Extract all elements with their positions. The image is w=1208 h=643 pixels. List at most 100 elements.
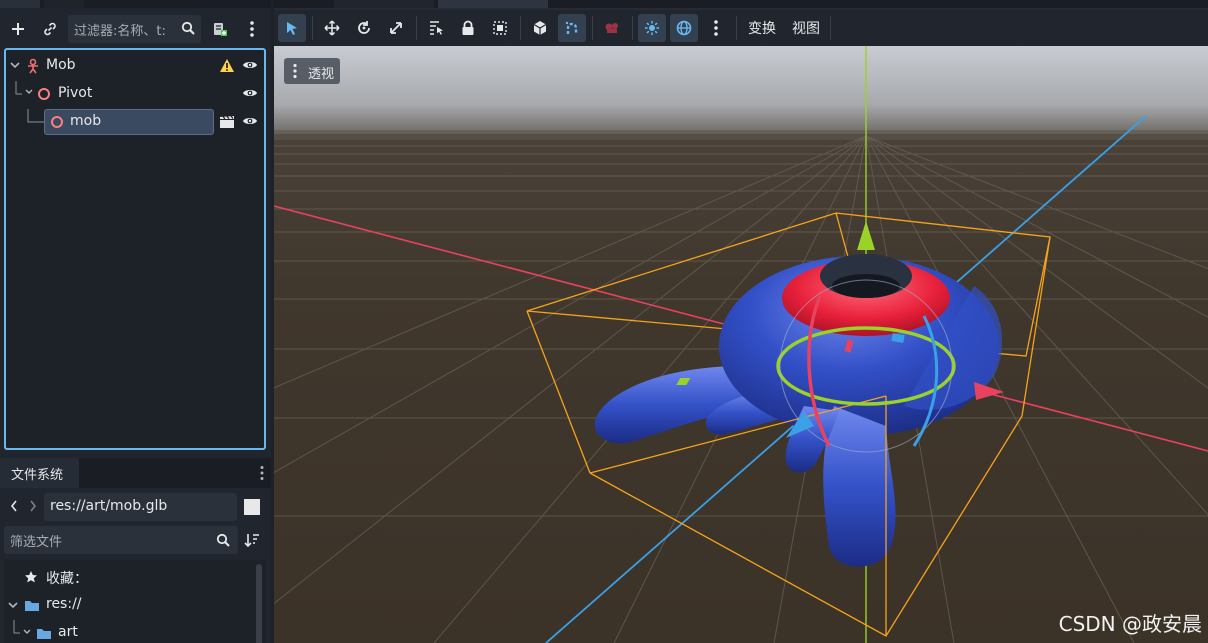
- sort-icon[interactable]: [244, 532, 260, 548]
- list-select-icon: [430, 21, 443, 35]
- toolbar-separator: [830, 16, 831, 40]
- tree-item-mob-model[interactable]: mob: [6, 109, 264, 135]
- group-button[interactable]: [486, 14, 514, 42]
- toolbar-separator: [592, 16, 593, 40]
- mob-leg-front: [823, 406, 896, 567]
- chevron-down-icon[interactable]: [8, 602, 18, 610]
- globe-icon: [676, 20, 692, 36]
- scale-mode-button[interactable]: [382, 14, 410, 42]
- filter-files-placeholder: 筛选文件: [10, 535, 63, 550]
- filter-files-input[interactable]: 筛选文件: [4, 526, 238, 554]
- viewport-options-button[interactable]: [702, 14, 730, 42]
- lock-button[interactable]: [454, 14, 482, 42]
- search-icon: [181, 21, 195, 35]
- select-arrow-icon: [287, 22, 297, 35]
- menu-view[interactable]: 视图: [792, 18, 820, 38]
- dock-tab-scene[interactable]: [0, 0, 40, 8]
- visibility-eye-icon[interactable]: [242, 87, 258, 99]
- kebab-menu-icon: [293, 63, 297, 79]
- left-dock: 过滤器:名称、t: Mob Pivot mob 文件系统 res://art/m…: [0, 0, 271, 643]
- path-value: res://art/mob.glb: [50, 498, 168, 514]
- forward-chevron-icon[interactable]: [29, 500, 37, 512]
- toolbar-separator: [416, 16, 417, 40]
- scene-tabs-strip: [274, 0, 1208, 8]
- kebab-menu-icon[interactable]: [259, 465, 265, 481]
- kebab-menu-icon: [250, 21, 254, 37]
- attach-script-button[interactable]: [207, 16, 233, 42]
- star-icon: [25, 571, 37, 583]
- scrollbar[interactable]: [256, 564, 262, 643]
- viewport-area: 变换 视图 透视 CSDN @政安晨: [274, 0, 1208, 643]
- cube-icon: [533, 21, 547, 35]
- toolbar-separator: [736, 16, 737, 40]
- add-node-button[interactable]: [5, 16, 31, 42]
- scene-tab-active[interactable]: [438, 0, 548, 8]
- script-add-icon: [214, 23, 227, 36]
- folder-icon: [37, 629, 51, 639]
- warning-icon[interactable]: [219, 58, 235, 73]
- chevron-down-icon[interactable]: [10, 62, 20, 70]
- move-mode-button[interactable]: [318, 14, 346, 42]
- preview-camera-button[interactable]: [598, 14, 626, 42]
- path-field[interactable]: res://art/mob.glb: [44, 493, 237, 521]
- instance-scene-button[interactable]: [37, 16, 63, 42]
- scene-render: [274, 46, 1208, 643]
- tree-item-mob-root[interactable]: Mob: [6, 53, 264, 79]
- dock-tab-strip: [0, 0, 271, 8]
- environment-preview-button[interactable]: [670, 14, 698, 42]
- perspective-menu-button[interactable]: 透视: [284, 58, 340, 84]
- viewport-toolbar: 变换 视图: [274, 10, 1208, 46]
- scene-tab[interactable]: [334, 0, 434, 8]
- sun-icon: [645, 21, 659, 35]
- node-name: Pivot: [58, 85, 93, 101]
- local-space-button[interactable]: [526, 14, 554, 42]
- list-item-favorites[interactable]: 收藏：: [4, 564, 254, 590]
- filesystem-dock-header: 文件系统: [0, 458, 271, 488]
- folder-icon: [25, 601, 39, 611]
- tab-label: 文件系统: [11, 468, 64, 483]
- back-chevron-icon[interactable]: [10, 500, 18, 512]
- node-name: mob: [70, 113, 102, 129]
- visibility-eye-icon[interactable]: [242, 59, 258, 71]
- menu-transform[interactable]: 变换: [748, 18, 776, 38]
- lock-icon: [462, 20, 474, 35]
- filesystem-tree[interactable]: 收藏： res:// art: [4, 560, 266, 643]
- toolbar-separator: [520, 16, 521, 40]
- list-item-res-root[interactable]: res://: [4, 592, 254, 618]
- visibility-eye-icon[interactable]: [242, 115, 258, 127]
- watermark: CSDN @政安晨: [1058, 612, 1202, 636]
- move-icon: [324, 20, 340, 36]
- item-label: 收藏：: [46, 571, 88, 587]
- sun-preview-button[interactable]: [638, 14, 666, 42]
- tree-item-pivot[interactable]: Pivot: [6, 81, 264, 107]
- tree-guide-line: [27, 109, 44, 123]
- rotate-mode-button[interactable]: [350, 14, 378, 42]
- group-icon: [493, 21, 507, 35]
- tab-filesystem[interactable]: 文件系统: [0, 458, 79, 488]
- snap-magnet-icon: [565, 21, 578, 34]
- node3d-icon: [51, 116, 63, 128]
- character-body-icon: [28, 58, 38, 74]
- camera-icon: [605, 23, 618, 33]
- list-item-art-folder[interactable]: art: [4, 620, 254, 643]
- item-label: res://: [46, 596, 82, 612]
- scene-dock-menu-button[interactable]: [239, 16, 265, 42]
- filter-placeholder: 过滤器:名称、t:: [74, 24, 166, 39]
- filesystem-search-row: 筛选文件: [0, 526, 271, 556]
- split-mode-toggle[interactable]: [244, 499, 260, 515]
- filter-nodes-input[interactable]: 过滤器:名称、t:: [68, 15, 201, 43]
- dock-tab-import[interactable]: [44, 0, 84, 8]
- select-mode-button[interactable]: [278, 14, 306, 42]
- plus-icon: [12, 23, 24, 35]
- scene-tree[interactable]: Mob Pivot mob: [4, 48, 266, 450]
- toolbar-separator: [312, 16, 313, 40]
- search-icon: [216, 533, 230, 547]
- list-select-button[interactable]: [422, 14, 450, 42]
- filesystem-path-row: res://art/mob.glb: [0, 490, 271, 524]
- snap-button[interactable]: [558, 14, 586, 42]
- open-scene-clapper-icon[interactable]: [219, 115, 235, 129]
- node3d-icon: [38, 88, 50, 100]
- viewport-3d-canvas[interactable]: 透视 CSDN @政安晨: [274, 46, 1208, 643]
- scale-icon: [390, 22, 402, 34]
- rotate-icon: [358, 21, 370, 34]
